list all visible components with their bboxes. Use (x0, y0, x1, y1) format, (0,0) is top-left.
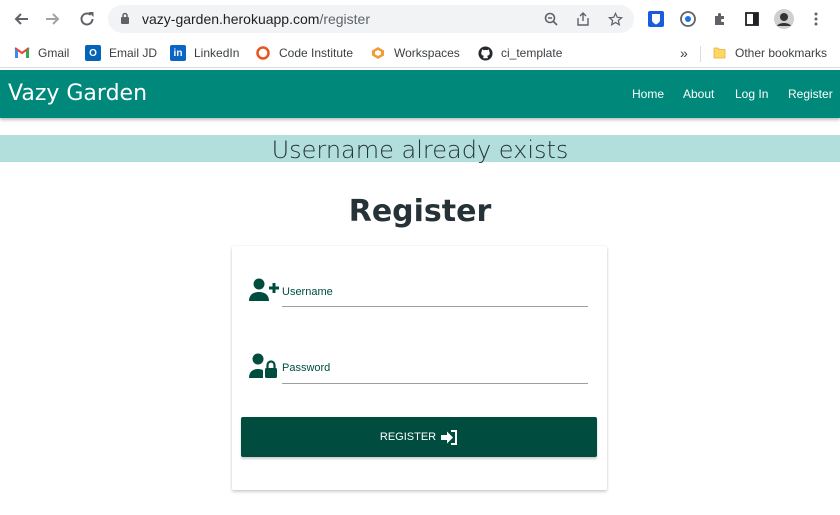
code-institute-icon (255, 45, 271, 61)
register-button[interactable]: REGISTER (241, 417, 597, 457)
lock-icon (121, 12, 129, 24)
password-label: Password (282, 362, 331, 374)
back-icon[interactable] (8, 7, 34, 31)
username-label: Username (282, 286, 333, 298)
bookmark-ci-template[interactable]: ci_template (477, 44, 562, 62)
nav-link-register[interactable]: Register (788, 87, 833, 101)
url-text: vazy-garden.herokuapp.com/register (142, 11, 371, 27)
nav-link-login[interactable]: Log In (735, 87, 768, 101)
other-bookmarks[interactable]: Other bookmarks (711, 44, 827, 62)
flash-message: Username already exists (0, 135, 840, 164)
zoom-icon[interactable] (542, 10, 560, 28)
browser-toolbar: vazy-garden.herokuapp.com/register (0, 0, 840, 38)
bitwarden-icon[interactable] (646, 9, 666, 29)
bookmark-gmail[interactable]: Gmail (14, 44, 69, 62)
register-form-card: Username Password REGISTER (232, 246, 607, 490)
bookmark-workspaces[interactable]: Workspaces (370, 44, 460, 62)
user-plus-icon (249, 278, 279, 301)
user-lock-icon (249, 353, 277, 378)
brand-logo[interactable]: Vazy Garden (8, 81, 147, 106)
address-bar[interactable]: vazy-garden.herokuapp.com/register (108, 5, 634, 33)
linkedin-icon: in (170, 45, 186, 61)
outlook-icon: O (85, 45, 101, 61)
sign-in-icon (441, 429, 458, 445)
share-icon[interactable] (574, 10, 592, 28)
bookmark-code-institute[interactable]: Code Institute (255, 44, 353, 62)
speedometer-extension-icon[interactable] (678, 9, 698, 29)
github-icon (477, 45, 493, 61)
puzzle-icon[interactable] (710, 9, 730, 29)
gmail-icon (14, 45, 30, 61)
page-title: Register (348, 194, 492, 229)
bookmark-linkedin[interactable]: in LinkedIn (170, 44, 239, 62)
nav-link-home[interactable]: Home (632, 87, 664, 101)
reload-icon[interactable] (74, 7, 100, 31)
site-navbar: Vazy Garden Home About Log In Register (0, 70, 840, 118)
folder-icon (711, 45, 727, 61)
bookmarks-divider (700, 46, 701, 62)
star-icon[interactable] (606, 10, 624, 28)
bookmark-email-jd[interactable]: O Email JD (85, 44, 157, 62)
bookmarks-overflow-button[interactable]: » (680, 44, 688, 62)
menu-icon[interactable] (806, 9, 826, 29)
workspaces-icon (370, 45, 386, 61)
forward-icon[interactable] (40, 7, 66, 31)
bookmarks-bar: Gmail O Email JD in LinkedIn Code Institut… (0, 38, 840, 68)
username-input[interactable] (282, 306, 588, 307)
side-panel-icon[interactable] (742, 9, 762, 29)
profile-avatar[interactable] (774, 9, 794, 29)
password-input[interactable] (282, 383, 588, 384)
nav-link-about[interactable]: About (683, 87, 714, 101)
